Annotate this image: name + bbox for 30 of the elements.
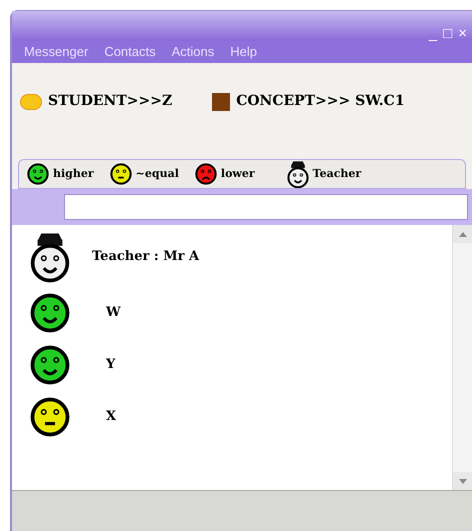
scroll-up-icon[interactable]	[453, 225, 472, 243]
neutral-face-icon	[30, 397, 70, 437]
menu-item[interactable]: Messenger	[24, 42, 88, 62]
sun-icon	[20, 94, 42, 110]
teacher-face-icon	[30, 231, 70, 283]
neutral-face-icon	[110, 163, 132, 185]
smiley-face-icon	[27, 163, 49, 185]
sad-face-icon	[194, 163, 217, 185]
scroll-down-icon[interactable]	[453, 472, 472, 490]
menu-item[interactable]: Actions	[172, 42, 214, 62]
close-button[interactable]: ×	[457, 26, 468, 41]
info-label: STUDENT>>>Z	[48, 92, 172, 111]
contact-name[interactable]: X	[106, 407, 116, 427]
menu-item[interactable]: Contacts	[104, 42, 156, 62]
smiley-face-icon	[30, 345, 70, 385]
contact-name[interactable]: Teacher : Mr A	[92, 247, 200, 267]
scrollbar[interactable]	[452, 225, 472, 490]
square-icon	[212, 92, 230, 110]
minimize-button[interactable]: _	[428, 26, 438, 41]
search-field[interactable]	[64, 194, 468, 220]
contact-name[interactable]: Y	[106, 355, 116, 375]
legend-label: ~equal	[136, 166, 179, 182]
legend-label: Teacher	[312, 166, 362, 182]
contact-name[interactable]: W	[106, 303, 121, 323]
legend-label: lower	[220, 166, 255, 182]
maximize-button[interactable]: □	[442, 26, 454, 41]
legend-label: higher	[53, 166, 94, 182]
smiley-face-icon	[30, 293, 70, 333]
info-label: CONCEPT>>> SW.C1	[236, 92, 405, 111]
menu-item[interactable]: Help	[230, 42, 258, 62]
